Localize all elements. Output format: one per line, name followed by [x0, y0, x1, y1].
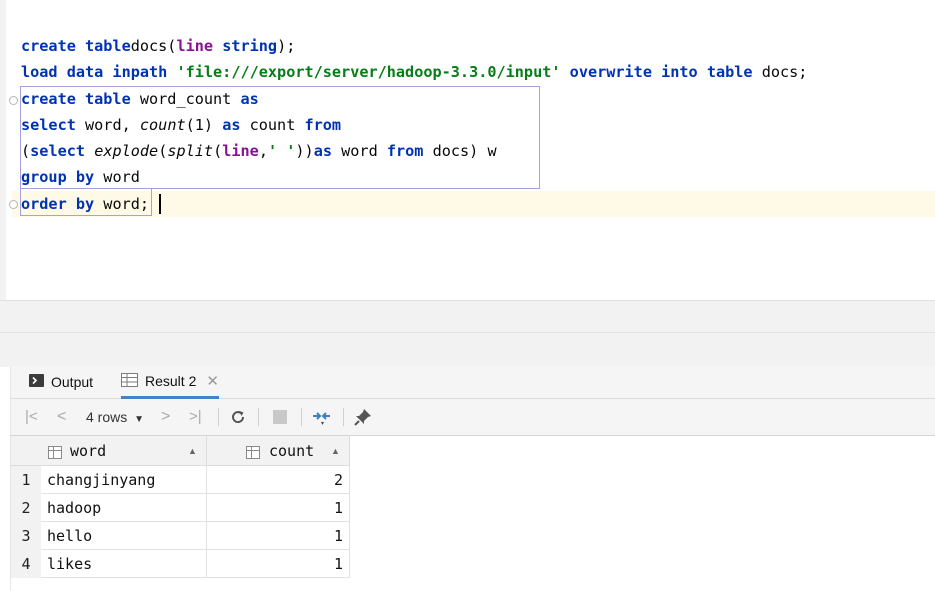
first-page-icon[interactable]: |< [25, 399, 38, 435]
code-token: select [21, 116, 76, 134]
page-size-select[interactable]: 4 rows ▼ [86, 399, 144, 435]
code-token: , [258, 142, 268, 160]
tab-result-label: Result 2 [145, 373, 197, 389]
toolbar-divider [301, 408, 302, 426]
code-token: line [222, 142, 259, 160]
code-token: docs( [130, 37, 177, 55]
close-icon[interactable]: ✕ [206, 372, 219, 390]
chevron-down-icon: ▼ [134, 414, 145, 425]
code-token: word_count [130, 90, 241, 108]
compare-icon[interactable] [311, 407, 333, 427]
code-token: explode [94, 142, 159, 160]
code-line[interactable]: select word, count(1) as count from [21, 112, 341, 138]
text-caret [159, 194, 161, 214]
code-line[interactable]: create table word_count as [21, 86, 259, 112]
row-number[interactable]: 3 [11, 522, 41, 550]
code-token: ( [213, 142, 223, 160]
cell-word[interactable]: likes [41, 550, 207, 578]
code-token: docs) w [423, 142, 497, 160]
code-token: ( [158, 142, 168, 160]
code-token: create table [21, 37, 131, 55]
code-token: from [386, 142, 424, 160]
result-toolbar: |< < 4 rows ▼ > >| [11, 399, 935, 436]
code-token: word; [94, 195, 150, 213]
code-token: order by [21, 195, 95, 213]
code-line[interactable]: order by word; [21, 191, 149, 217]
refresh-icon[interactable] [229, 408, 247, 426]
sql-editor[interactable]: create tabledocs(line string); load data … [0, 0, 935, 300]
cell-word[interactable]: hadoop [41, 494, 207, 522]
toolbar-divider [343, 408, 344, 426]
code-token: 'file:///export/server/hadoop-3.3.0/inpu… [176, 63, 561, 81]
services-panel: Output Result 2 ✕ |< < 4 rows ▼ > >| wor… [10, 366, 935, 591]
column-header-count[interactable]: count ▲ [207, 436, 350, 466]
cell-count[interactable]: 2 [207, 466, 350, 494]
stop-icon[interactable] [273, 410, 287, 424]
pin-icon[interactable] [353, 407, 373, 427]
panel-splitter[interactable] [0, 332, 935, 367]
toolbar-divider [218, 408, 219, 426]
code-token: (1) [185, 116, 223, 134]
code-token: docs; [752, 63, 808, 81]
code-token: count [139, 116, 186, 134]
row-number[interactable]: 1 [11, 466, 41, 494]
code-line[interactable]: create tabledocs(line string); [21, 33, 295, 59]
code-token: load data inpath [21, 63, 168, 81]
sort-icon[interactable]: ▲ [331, 436, 340, 466]
code-line[interactable]: (select explode(split(line,' '))as word … [21, 138, 497, 164]
code-token: ' ' [267, 142, 296, 160]
sort-icon[interactable]: ▲ [188, 436, 197, 466]
tab-output-label: Output [51, 374, 94, 390]
last-page-icon[interactable]: >| [189, 399, 202, 435]
code-token: from [304, 116, 342, 134]
column-header-label: word [70, 442, 107, 460]
column-icon [48, 444, 62, 462]
fold-end-icon[interactable] [9, 200, 18, 209]
row-number-header [11, 436, 41, 466]
column-icon [246, 444, 260, 462]
code-token: word, [75, 116, 140, 134]
cell-count[interactable]: 1 [207, 550, 350, 578]
next-page-icon[interactable]: > [161, 399, 170, 435]
cell-word[interactable]: hello [41, 522, 207, 550]
tab-result-2[interactable]: Result 2 ✕ [121, 366, 219, 399]
row-number[interactable]: 4 [11, 550, 41, 578]
code-token: as [313, 142, 332, 160]
code-token: ); [277, 37, 296, 55]
cell-count[interactable]: 1 [207, 522, 350, 550]
tab-output[interactable]: Output [29, 366, 93, 398]
code-token: count [240, 116, 305, 134]
code-token: create table [21, 90, 131, 108]
toolbar-divider [258, 408, 259, 426]
code-token: word [332, 142, 387, 160]
code-token: )) [295, 142, 314, 160]
column-header-word[interactable]: word ▲ [41, 436, 207, 466]
result-tabs: Output Result 2 ✕ [11, 366, 935, 399]
code-token: word [94, 168, 140, 186]
cell-count[interactable]: 1 [207, 494, 350, 522]
code-token: overwrite into table [569, 63, 753, 81]
table-icon [121, 372, 138, 390]
code-token: as [240, 90, 259, 108]
previous-page-icon[interactable]: < [57, 399, 66, 435]
code-token: string [222, 37, 278, 55]
cell-word[interactable]: changjinyang [41, 466, 207, 494]
editor-bottom-gutter [0, 300, 935, 333]
rows-count-label: 4 rows [86, 409, 128, 425]
fold-start-icon[interactable] [9, 96, 18, 105]
code-token: as [222, 116, 241, 134]
code-line[interactable]: group by word [21, 164, 140, 190]
terminal-icon [29, 374, 44, 390]
code-line[interactable]: load data inpath 'file:///export/server/… [21, 59, 807, 85]
code-token: split [167, 142, 214, 160]
code-token: group by [21, 168, 95, 186]
code-token: ( [21, 142, 31, 160]
column-header-label: count [269, 442, 315, 460]
row-number[interactable]: 2 [11, 494, 41, 522]
code-token: line [176, 37, 214, 55]
code-token: select [30, 142, 86, 160]
